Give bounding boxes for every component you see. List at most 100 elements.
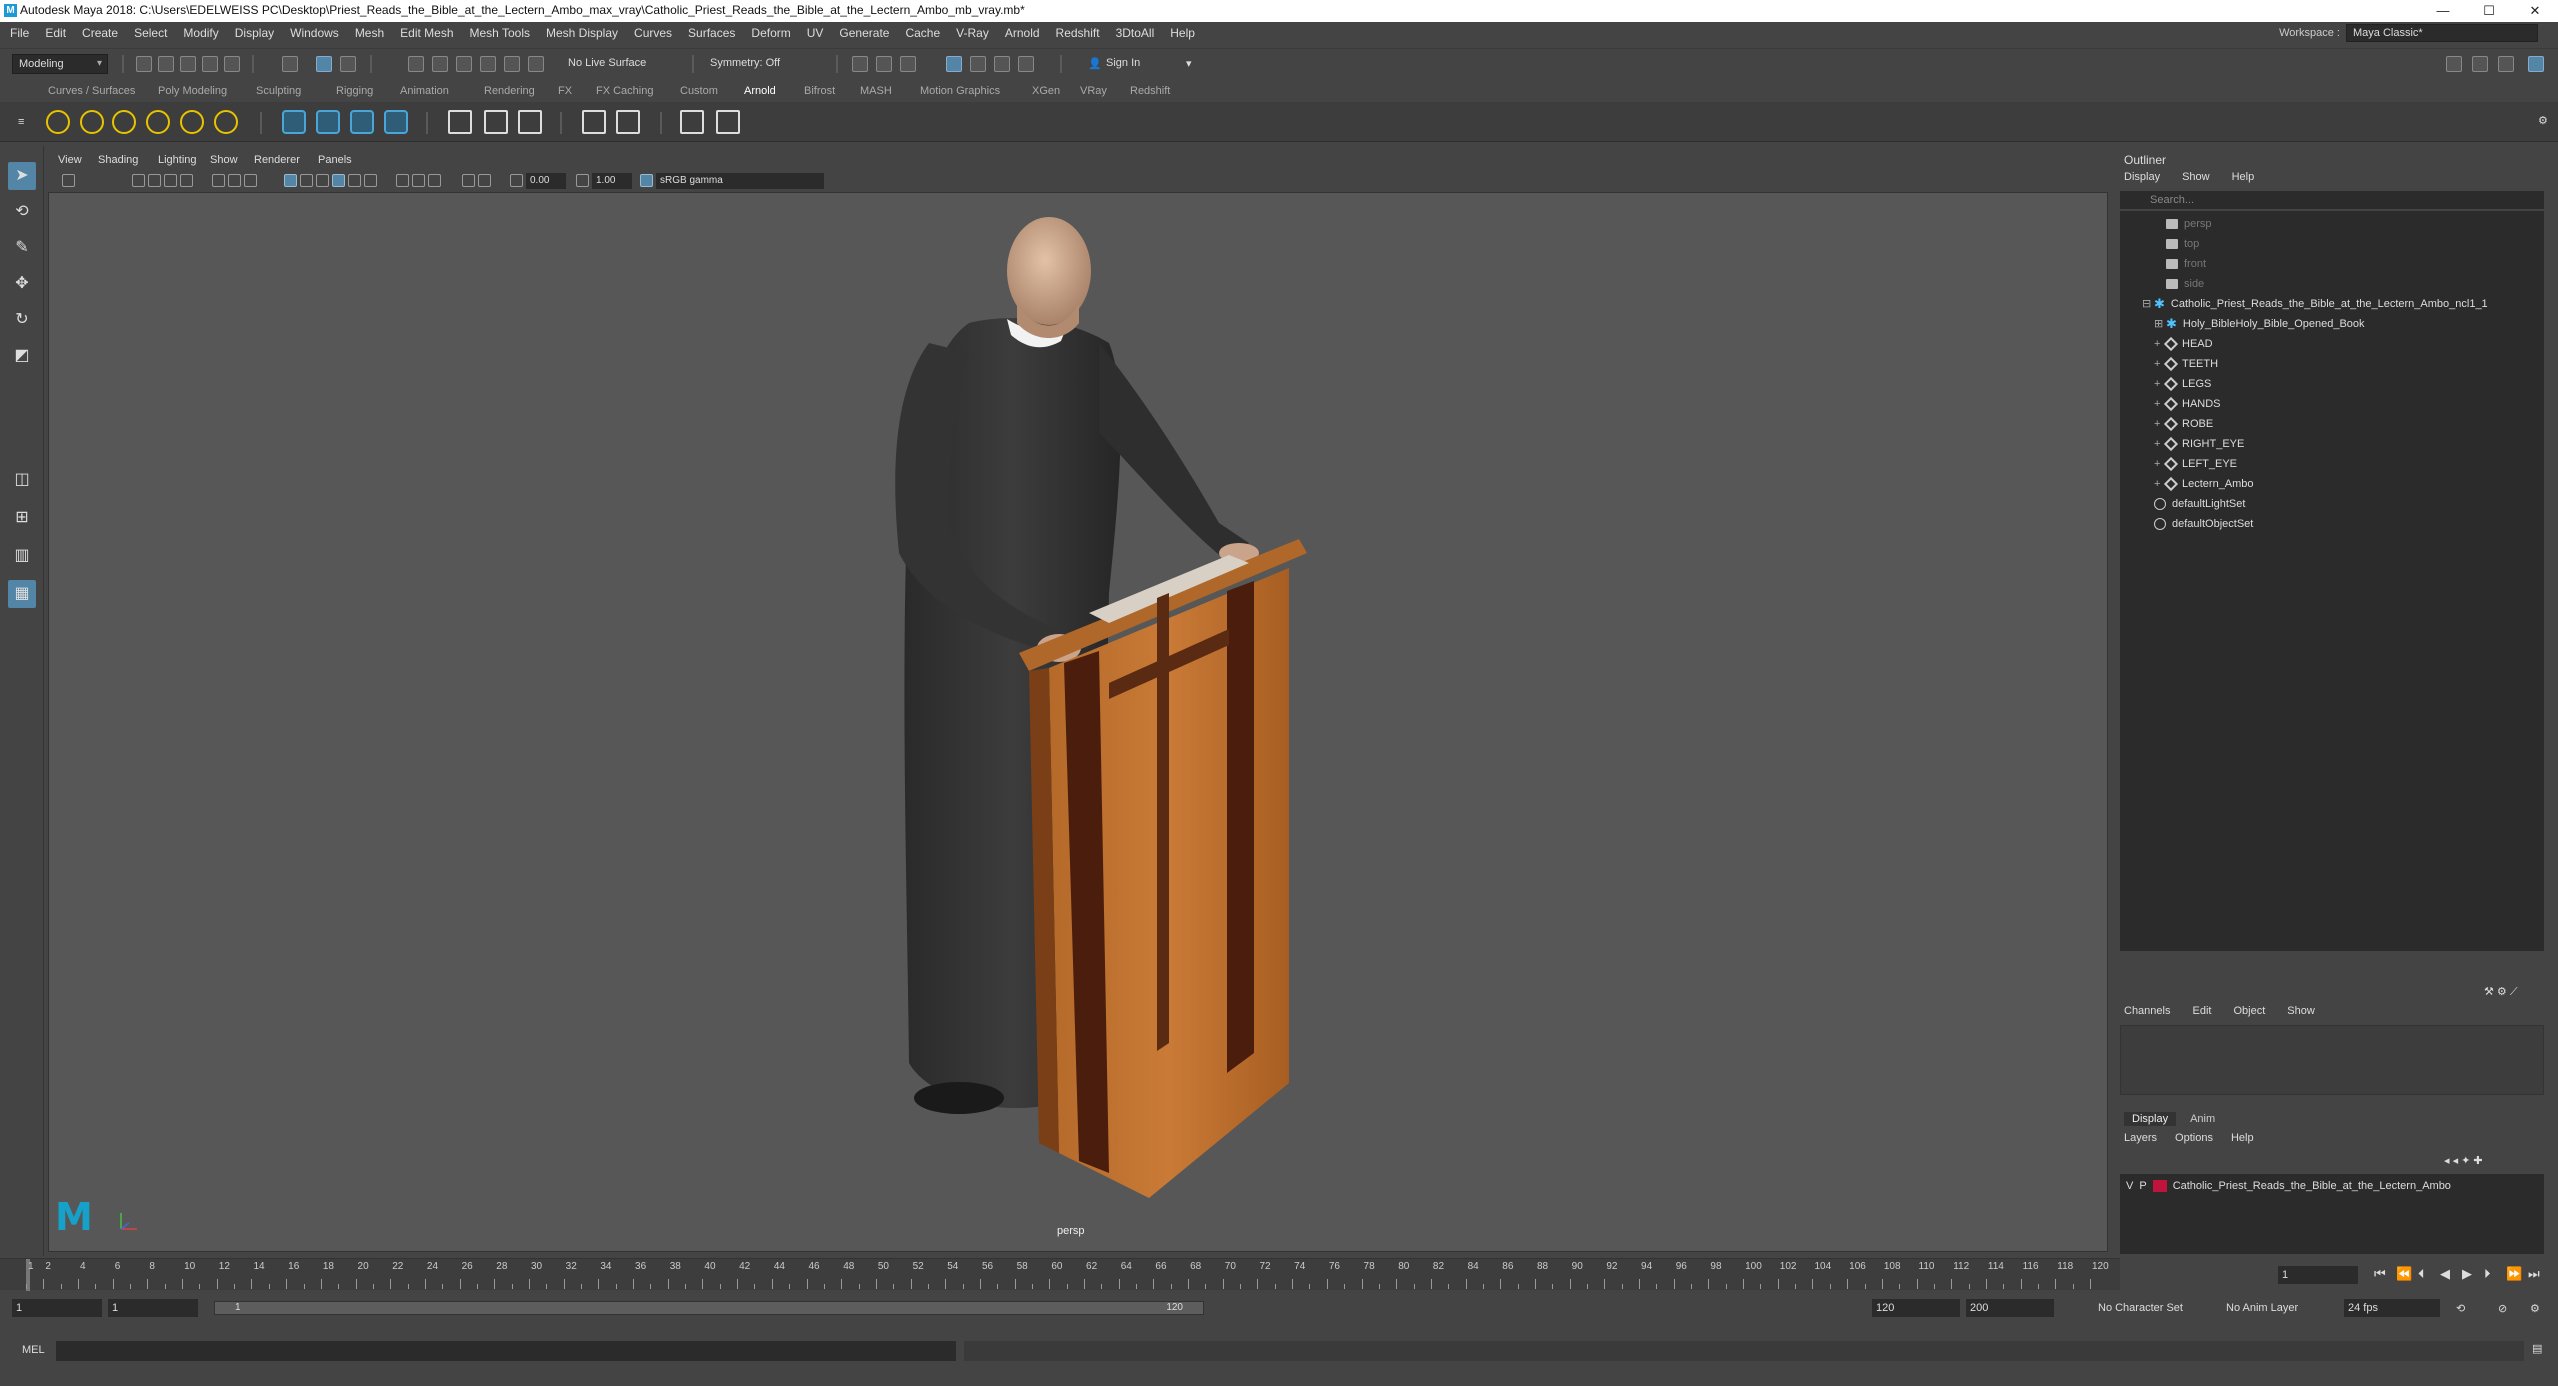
scale-tool-icon[interactable]: ◩	[8, 342, 36, 370]
menu-curves[interactable]: Curves	[626, 22, 680, 44]
viewport-menu-lighting[interactable]: Lighting	[158, 154, 197, 166]
menu-modify[interactable]: Modify	[175, 22, 226, 44]
go-to-end-icon[interactable]: ⏭	[2528, 1266, 2540, 1282]
menu-mesh[interactable]: Mesh	[347, 22, 392, 44]
single-perspective-view-icon[interactable]: ◫	[8, 466, 36, 494]
snap-live-icon[interactable]	[504, 56, 520, 72]
channel-box-menu-edit[interactable]: Edit	[2192, 1005, 2211, 1017]
menu-windows[interactable]: Windows	[282, 22, 347, 44]
snap-grid-icon[interactable]	[408, 56, 424, 72]
menu-generate[interactable]: Generate	[831, 22, 897, 44]
menu-v-ray[interactable]: V-Ray	[948, 22, 997, 44]
tool-settings-toggle-icon[interactable]	[2472, 56, 2488, 72]
anim-end-field[interactable]: 200	[1966, 1299, 2054, 1317]
viewport-menu-panels[interactable]: Panels	[318, 154, 352, 166]
shelf-menu-icon[interactable]: ≡	[18, 116, 24, 128]
auto-key-icon[interactable]: ⊘	[2498, 1302, 2507, 1315]
channel-box-menu-show[interactable]: Show	[2287, 1005, 2315, 1017]
close-button[interactable]: ✕	[2512, 0, 2558, 22]
viewport-menu-view[interactable]: View	[58, 154, 82, 166]
menu-select[interactable]: Select	[126, 22, 175, 44]
select-tool-icon[interactable]: ➤	[8, 162, 36, 190]
layer-color-swatch[interactable]	[2152, 1180, 2167, 1192]
2d-pan-zoom-icon[interactable]	[164, 174, 177, 187]
loop-icon[interactable]: ⟲	[2456, 1302, 2465, 1315]
channel-box-menu-channels[interactable]: Channels	[2124, 1005, 2170, 1017]
bookmark-icon[interactable]	[132, 174, 145, 187]
viewport-menu-renderer[interactable]: Renderer	[254, 154, 300, 166]
select-by-object-icon[interactable]	[316, 56, 332, 72]
shelf-tab-animation[interactable]: Animation	[400, 85, 449, 97]
ambient-occlusion-icon[interactable]	[396, 174, 409, 187]
channel-box-toggle-icon[interactable]	[2498, 56, 2514, 72]
ai-mesh-light-icon[interactable]	[112, 110, 136, 134]
anim-start-field[interactable]: 1	[108, 1299, 198, 1317]
minimize-button[interactable]: —	[2420, 0, 2466, 22]
viewport-menu-show[interactable]: Show	[210, 154, 238, 166]
outliner-item[interactable]: defaultLightSet	[2142, 495, 2245, 513]
shelf-tab-redshift[interactable]: Redshift	[1130, 85, 1170, 97]
outliner-toggle-icon[interactable]	[2528, 56, 2544, 72]
outliner-item[interactable]: + RIGHT_EYE	[2154, 435, 2244, 453]
outliner-item[interactable]: persp	[2154, 215, 2212, 233]
menu-edit-mesh[interactable]: Edit Mesh	[392, 22, 461, 44]
view-transform-dropdown[interactable]: sRGB gamma	[656, 173, 824, 189]
symmetry-label[interactable]: Symmetry: Off	[710, 57, 780, 69]
gamma-icon[interactable]	[576, 174, 589, 187]
menu-create[interactable]: Create	[74, 22, 126, 44]
outliner-menu-show[interactable]: Show	[2182, 171, 2210, 183]
snap-curve-icon[interactable]	[432, 56, 448, 72]
expand-toggle-icon[interactable]: ⊞	[2154, 315, 2166, 333]
shelf-tab-sculpting[interactable]: Sculpting	[256, 85, 301, 97]
outliner-item[interactable]: ⊞ ✱ Holy_BibleHoly_Bible_Opened_Book	[2154, 315, 2365, 333]
step-forward-key-icon[interactable]: ⏩	[2506, 1266, 2522, 1282]
rotate-tool-icon[interactable]: ↻	[8, 306, 36, 334]
outliner-search-input[interactable]: Search...	[2120, 191, 2544, 209]
shelf-tab-fx-caching[interactable]: FX Caching	[596, 85, 653, 97]
attribute-editor-toggle-icon[interactable]	[2446, 56, 2462, 72]
motion-blur-icon[interactable]	[412, 174, 425, 187]
ai-photometric-light-icon[interactable]	[146, 110, 170, 134]
outliner-item[interactable]: ⊟ ✱ Catholic_Priest_Reads_the_Bible_at_the…	[2142, 295, 2488, 313]
layer-row[interactable]: V P Catholic_Priest_Reads_the_Bible_at_t…	[2126, 1180, 2451, 1192]
shelf-tab-bifrost[interactable]: Bifrost	[804, 85, 835, 97]
go-to-start-icon[interactable]: ⏮	[2374, 1266, 2386, 1282]
shelf-tab-arnold[interactable]: Arnold	[744, 85, 776, 97]
paint-select-tool-icon[interactable]: ✎	[8, 234, 36, 262]
outliner-item[interactable]: + TEETH	[2154, 355, 2218, 373]
ai-tx-manager-icon[interactable]	[518, 110, 542, 134]
undo-icon[interactable]	[202, 56, 218, 72]
select-by-hierarchy-icon[interactable]	[282, 56, 298, 72]
outliner-item[interactable]: + LEGS	[2154, 375, 2211, 393]
step-back-frame-icon[interactable]: ⏴	[2418, 1266, 2425, 1282]
ai-render-sequence-icon[interactable]	[616, 110, 640, 134]
new-scene-icon[interactable]	[136, 56, 152, 72]
shelf-options-icon[interactable]: ⚙	[2538, 114, 2548, 127]
redo-icon[interactable]	[224, 56, 240, 72]
script-editor-icon[interactable]: ▤	[2532, 1342, 2542, 1355]
layer-buttons-icons[interactable]: ◂ ◂ ✦ ✚	[2444, 1154, 2483, 1167]
isolate-select-icon[interactable]	[462, 174, 475, 187]
start-time-field[interactable]: 1	[12, 1299, 102, 1317]
chevron-down-icon[interactable]: ▾	[1186, 57, 1192, 70]
outliner-item[interactable]: + HEAD	[2154, 335, 2213, 353]
outliner-item[interactable]: + Lectern_Ambo	[2154, 475, 2254, 493]
render-view-icon[interactable]	[970, 56, 986, 72]
expand-toggle-icon[interactable]: ⊟	[2142, 295, 2154, 313]
play-forwards-icon[interactable]: ▶	[2462, 1266, 2472, 1282]
ai-physical-sky-icon[interactable]	[214, 110, 238, 134]
layer-tab-display[interactable]: Display	[2124, 1112, 2177, 1126]
color-management-icon[interactable]	[640, 174, 653, 187]
lasso-tool-icon[interactable]: ⟲	[8, 198, 36, 226]
shelf-tab-rendering[interactable]: Rendering	[484, 85, 535, 97]
outliner-item[interactable]: + HANDS	[2154, 395, 2221, 413]
snap-view-plane-icon[interactable]	[480, 56, 496, 72]
snap-vertex-icon[interactable]	[528, 56, 544, 72]
shelf-tab-mash[interactable]: MASH	[860, 85, 892, 97]
shelf-tab-rigging[interactable]: Rigging	[336, 85, 373, 97]
preferences-icon[interactable]: ⚙	[2530, 1302, 2540, 1315]
render-current-frame-icon[interactable]	[852, 56, 868, 72]
ai-standin-icon[interactable]	[282, 110, 306, 134]
vray-render-icon[interactable]	[994, 56, 1010, 72]
grease-pencil-icon[interactable]	[180, 174, 193, 187]
